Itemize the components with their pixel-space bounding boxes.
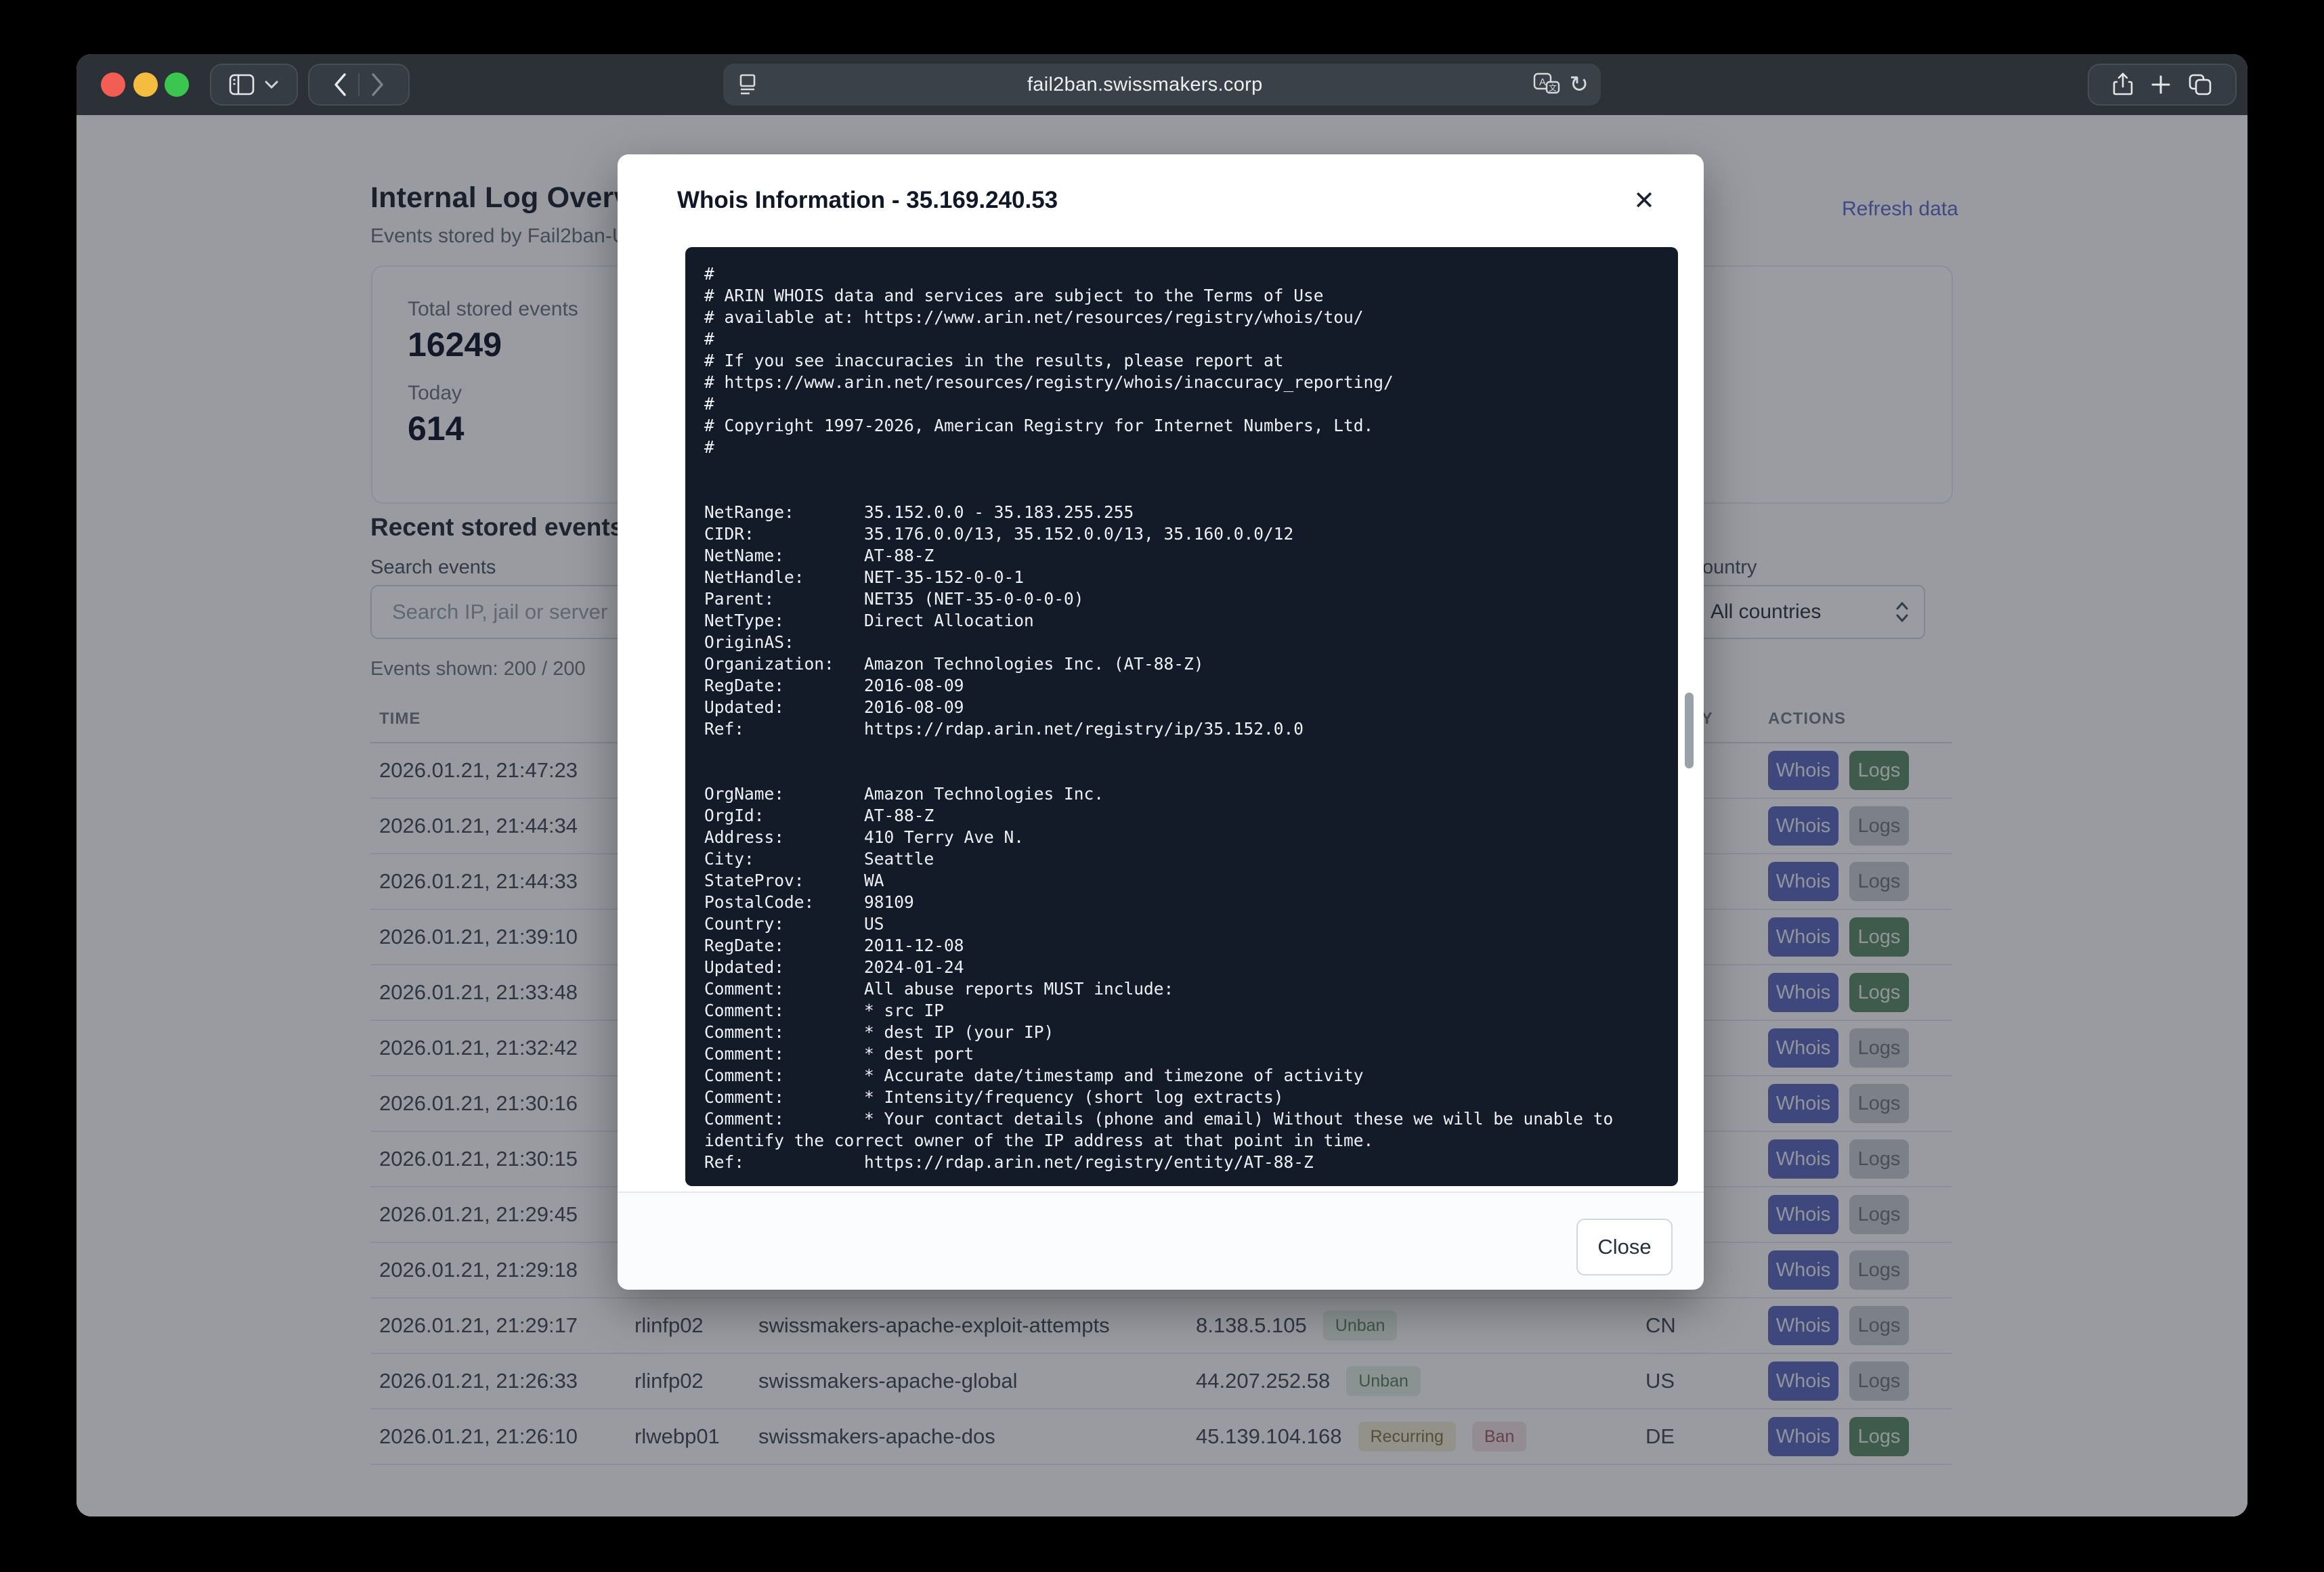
close-window-button[interactable] <box>101 72 125 97</box>
nav-button-group <box>308 64 410 106</box>
address-bar-icons: A 文 ↻ <box>1533 72 1589 97</box>
translate-icon[interactable]: A 文 <box>1533 72 1560 97</box>
back-button[interactable] <box>332 72 347 97</box>
sidebar-icon[interactable] <box>229 74 255 95</box>
url-text[interactable]: fail2ban.swissmakers.corp <box>757 74 1533 96</box>
terminal-scrollbar-thumb[interactable] <box>1685 693 1694 768</box>
whois-modal-title: Whois Information - 35.169.240.53 <box>677 187 1058 214</box>
reader-icon[interactable] <box>738 73 757 96</box>
address-bar[interactable]: fail2ban.swissmakers.corp A 文 ↻ <box>723 64 1601 106</box>
close-icon[interactable]: ✕ <box>1633 188 1655 214</box>
reload-icon[interactable]: ↻ <box>1570 73 1589 96</box>
new-tab-icon[interactable] <box>2151 74 2171 95</box>
page-content: Internal Log Overview Events stored by F… <box>77 115 2247 1516</box>
forward-button[interactable] <box>370 72 385 97</box>
whois-modal: Whois Information - 35.169.240.53 ✕ # # … <box>618 154 1704 1290</box>
sidebar-toggle-group <box>210 64 298 106</box>
whois-output-terminal: # # ARIN WHOIS data and services are sub… <box>685 247 1678 1186</box>
nav-divider <box>358 73 360 96</box>
whois-output-text: # # ARIN WHOIS data and services are sub… <box>704 263 1659 1173</box>
close-button[interactable]: Close <box>1576 1219 1673 1275</box>
whois-modal-footer: Close <box>618 1192 1704 1290</box>
svg-text:文: 文 <box>1548 83 1556 93</box>
tab-overview-icon[interactable] <box>2189 74 2212 95</box>
minimize-window-button[interactable] <box>133 72 158 97</box>
toolbar-right-group <box>2088 64 2237 106</box>
browser-titlebar: fail2ban.swissmakers.corp A 文 ↻ <box>77 54 2247 115</box>
svg-text:A: A <box>1538 77 1545 88</box>
zoom-window-button[interactable] <box>165 72 189 97</box>
chevron-down-icon[interactable] <box>264 80 279 89</box>
browser-window: fail2ban.swissmakers.corp A 文 ↻ <box>77 54 2247 1516</box>
share-icon[interactable] <box>2113 72 2133 97</box>
